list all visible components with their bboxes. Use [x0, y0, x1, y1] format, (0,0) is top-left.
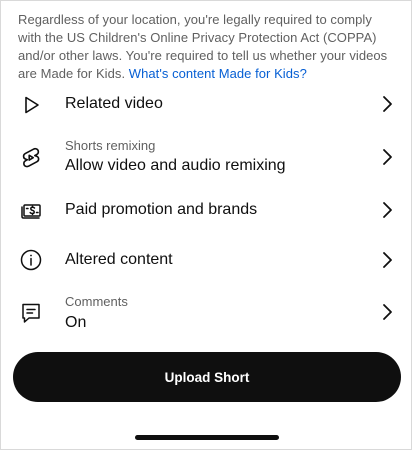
altered-content-label: Altered content	[65, 251, 173, 268]
play-triangle-icon	[19, 93, 43, 117]
upload-short-button[interactable]: Upload Short	[13, 352, 401, 402]
paid-promotion-label: Paid promotion and brands	[65, 201, 258, 218]
info-icon	[19, 248, 43, 272]
made-for-kids-disclaimer: Regardless of your location, you're lega…	[18, 11, 398, 83]
shorts-remixing-row[interactable]: Shorts remixing Allow video and audio re…	[1, 135, 412, 179]
shorts-remix-icon	[19, 146, 43, 170]
comments-value: On	[65, 314, 87, 331]
made-for-kids-link[interactable]: What's content Made for Kids?	[129, 66, 307, 81]
shorts-remixing-subtitle: Shorts remixing	[65, 138, 156, 153]
chevron-right-icon	[381, 303, 393, 321]
chevron-right-icon	[381, 201, 393, 219]
comments-row[interactable]: Comments On	[1, 291, 412, 335]
chevron-right-icon	[381, 95, 393, 113]
related-video-row[interactable]: Related video	[1, 87, 412, 121]
altered-content-row[interactable]: Altered content	[1, 243, 412, 277]
home-indicator	[135, 435, 279, 440]
comment-icon	[19, 301, 43, 325]
paid-promotion-icon	[19, 198, 43, 222]
shorts-remixing-value: Allow video and audio remixing	[65, 157, 286, 174]
comments-subtitle: Comments	[65, 294, 128, 309]
paid-promotion-row[interactable]: Paid promotion and brands	[1, 193, 412, 227]
related-video-label: Related video	[65, 95, 163, 112]
chevron-right-icon	[381, 251, 393, 269]
chevron-right-icon	[381, 148, 393, 166]
